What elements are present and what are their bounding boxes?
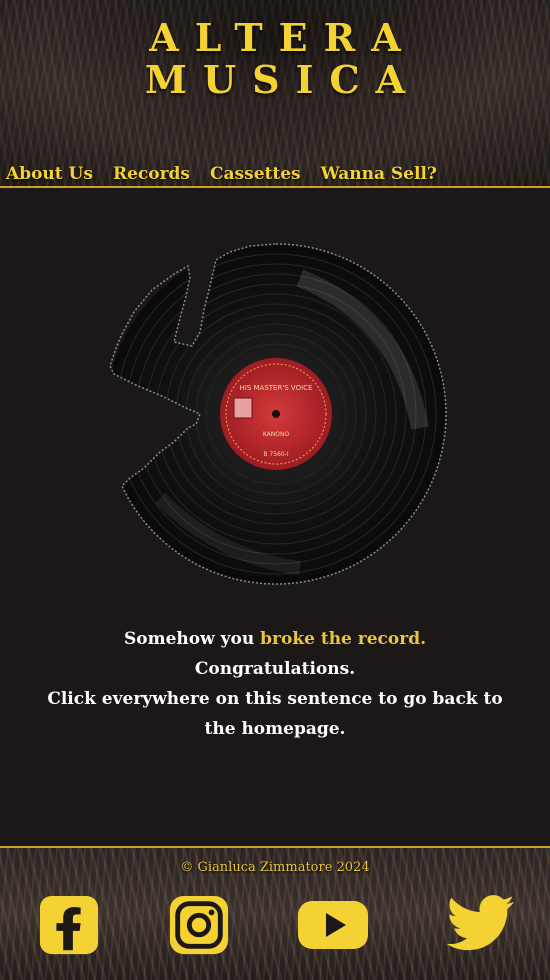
copyright-text: © Gianluca Zimmatore 2024 (180, 860, 370, 875)
nav-wanna-sell[interactable]: Wanna Sell? (321, 162, 437, 186)
nav-cassettes[interactable]: Cassettes (210, 162, 301, 186)
site-header: ALTERA MUSICA About Us Records Cassettes… (0, 0, 550, 188)
facebook-link[interactable] (32, 894, 106, 956)
message-highlight[interactable]: broke the record. (260, 629, 426, 649)
facebook-icon (39, 895, 99, 955)
record-label-title: KANONO (263, 431, 290, 438)
main-nav: About Us Records Cassettes Wanna Sell? (6, 162, 457, 186)
youtube-link[interactable] (296, 894, 370, 956)
site-logo-line2[interactable]: MUSICA (0, 60, 550, 100)
record-label-code: B 7560-I (263, 451, 288, 458)
nav-records[interactable]: Records (113, 162, 190, 186)
youtube-icon (298, 901, 368, 949)
message-part1[interactable]: Somehow you (124, 629, 260, 649)
twitter-icon (446, 895, 515, 951)
site-footer: © Gianluca Zimmatore 2024 (0, 846, 550, 980)
instagram-icon (169, 895, 229, 955)
message-line2[interactable]: Congratulations. (195, 659, 355, 679)
nav-about-us[interactable]: About Us (6, 162, 93, 186)
back-home-message[interactable]: Somehow you broke the record. Congratula… (0, 624, 550, 744)
site-logo-line1[interactable]: ALTERA (0, 18, 550, 58)
message-line3[interactable]: Click everywhere on this sentence to go … (40, 684, 510, 744)
broken-record-image: HIS MASTER'S VOICE KANONO B 7560-I (100, 238, 452, 590)
broken-record-svg: HIS MASTER'S VOICE KANONO B 7560-I (109, 243, 447, 585)
instagram-link[interactable] (162, 894, 236, 956)
twitter-link[interactable] (444, 894, 518, 956)
svg-text:HIS MASTER'S VOICE: HIS MASTER'S VOICE (240, 384, 313, 392)
